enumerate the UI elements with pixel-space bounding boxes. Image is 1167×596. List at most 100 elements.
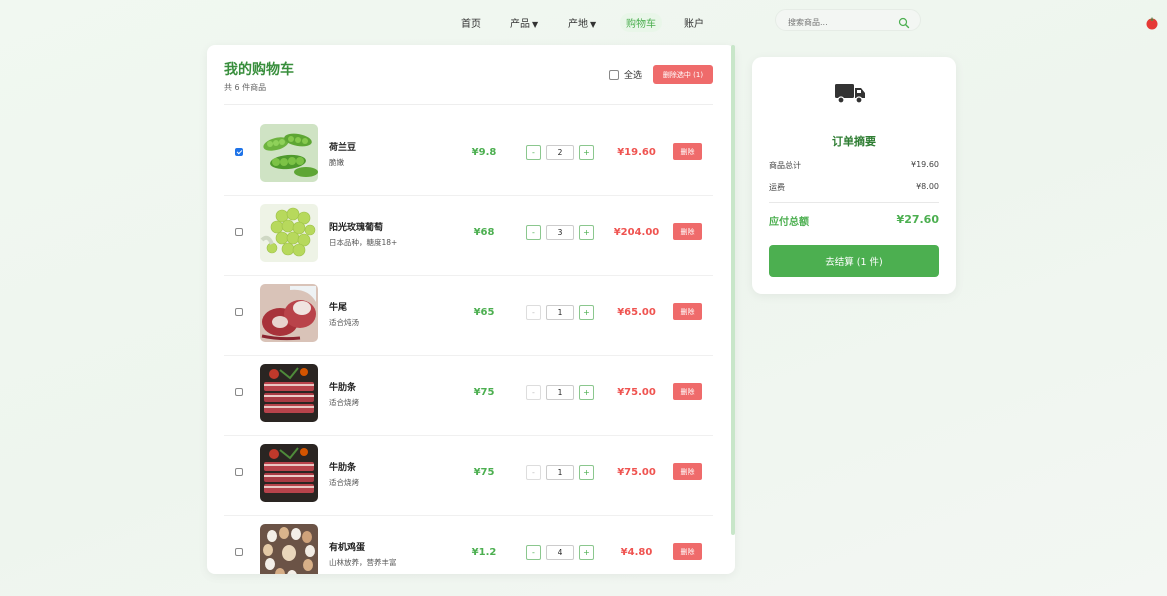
divider [769, 202, 939, 203]
decrease-qty-button[interactable]: - [526, 545, 541, 560]
order-summary-panel: 订单摘要 商品总计 ¥19.60 运费 ¥8.00 应付总额 ¥27.60 去结… [752, 57, 956, 294]
decrease-qty-button[interactable]: - [526, 305, 541, 320]
increase-qty-button[interactable]: + [579, 305, 594, 320]
product-name: 牛肋条 [329, 463, 357, 473]
top-navigation: 首页 产品 ▼ 产地 ▼ 购物车 账户 [0, 0, 1167, 40]
row-checkbox[interactable] [235, 228, 243, 236]
increase-qty-button[interactable]: + [579, 145, 594, 160]
product-desc: 脆嫩 [329, 158, 344, 167]
delete-selected-button[interactable]: 删除选中 (1) [653, 65, 713, 84]
row-subtotal: ¥204.00 [613, 227, 660, 238]
search-box [775, 9, 921, 33]
grand-total-value: ¥27.60 [896, 213, 939, 226]
checkout-button[interactable]: 去结算 (1 件) [769, 245, 939, 277]
cart-panel: 我的购物车 共 6 件商品 全选 删除选中 (1) 荷兰豆 脆嫩 ¥9.8 - … [207, 45, 735, 574]
decrease-qty-button[interactable]: - [526, 385, 541, 400]
shipping-line: 运费 ¥8.00 [769, 182, 939, 193]
delete-button[interactable]: 删除 [673, 223, 702, 240]
unit-price: ¥68 [473, 227, 495, 238]
cart-row: 荷兰豆 脆嫩 ¥9.8 - 2 + ¥19.60 删除 [224, 116, 713, 196]
nav-account[interactable]: 账户 [678, 13, 710, 32]
checkbox-icon[interactable] [609, 69, 619, 80]
unit-price: ¥9.8 [471, 147, 497, 158]
row-checkbox[interactable] [235, 468, 243, 476]
select-all-label: 全选 [624, 71, 643, 81]
nav-cart[interactable]: 购物车 [620, 13, 662, 32]
goods-total-label: 商品总计 [769, 161, 801, 170]
cart-title: 我的购物车 [224, 62, 294, 78]
beef-rib-photo [260, 364, 318, 422]
eggs-photo [260, 524, 318, 574]
cart-row: 阳光玫瑰葡萄 日本品种，糖度18+ ¥68 - 3 + ¥204.00 删除 [224, 196, 713, 276]
row-checkbox[interactable] [235, 548, 243, 556]
quantity-input[interactable]: 2 [546, 145, 574, 160]
quantity-input[interactable]: 1 [546, 305, 574, 320]
oxtail-photo [260, 284, 318, 342]
delete-button[interactable]: 删除 [673, 143, 702, 160]
chevron-down-icon: ▼ [532, 20, 539, 29]
unit-price: ¥65 [473, 307, 495, 318]
nav-products[interactable]: 产品 ▼ [504, 13, 544, 32]
decrease-qty-button[interactable]: - [526, 145, 541, 160]
row-subtotal: ¥19.60 [617, 147, 656, 158]
row-checkbox[interactable] [235, 148, 243, 156]
product-name: 牛尾 [329, 303, 348, 313]
row-subtotal: ¥65.00 [617, 307, 656, 318]
grand-total-label: 应付总额 [769, 217, 809, 228]
quantity-input[interactable]: 4 [546, 545, 574, 560]
product-desc: 山林放养，营养丰富 [329, 558, 397, 567]
search-input[interactable] [776, 12, 886, 33]
product-name: 有机鸡蛋 [329, 543, 366, 553]
quantity-input[interactable]: 1 [546, 465, 574, 480]
nav-origin-label: 产地 [568, 19, 588, 30]
delete-button[interactable]: 删除 [673, 383, 702, 400]
beef-rib-photo [260, 444, 318, 502]
delete-button[interactable]: 删除 [673, 543, 702, 560]
product-desc: 适合烧烤 [329, 478, 359, 487]
cart-scrollbar[interactable] [731, 45, 735, 535]
product-name: 阳光玫瑰葡萄 [329, 223, 384, 233]
quantity-input[interactable]: 3 [546, 225, 574, 240]
product-desc: 适合炖汤 [329, 318, 359, 327]
product-name: 牛肋条 [329, 383, 357, 393]
snow-pea-photo [260, 124, 318, 182]
row-subtotal: ¥75.00 [617, 467, 656, 478]
row-subtotal: ¥75.00 [617, 387, 656, 398]
goods-total-line: 商品总计 ¥19.60 [769, 160, 939, 171]
decrease-qty-button[interactable]: - [526, 465, 541, 480]
truck-icon [834, 81, 866, 109]
nav-home[interactable]: 首页 [455, 13, 487, 32]
nav-cart-label: 购物车 [626, 19, 656, 30]
row-checkbox[interactable] [235, 308, 243, 316]
product-desc: 适合烧烤 [329, 398, 359, 407]
cart-row: 有机鸡蛋 山林放养，营养丰富 ¥1.2 - 4 + ¥4.80 删除 [224, 516, 713, 574]
product-desc: 日本品种，糖度18+ [329, 238, 398, 247]
nav-account-label: 账户 [684, 19, 704, 30]
search-icon[interactable] [898, 14, 910, 33]
grape-photo [260, 204, 318, 262]
row-subtotal: ¥4.80 [620, 547, 653, 558]
nav-home-label: 首页 [461, 19, 481, 30]
cart-item-count: 共 6 件商品 [224, 83, 267, 92]
select-all-checkbox[interactable]: 全选 [609, 68, 642, 81]
tomato-logo-icon[interactable] [1145, 15, 1159, 34]
nav-origin[interactable]: 产地 ▼ [562, 13, 602, 32]
decrease-qty-button[interactable]: - [526, 225, 541, 240]
goods-total-value: ¥19.60 [911, 160, 939, 169]
cart-row: 牛肋条 适合烧烤 ¥75 - 1 + ¥75.00 删除 [224, 356, 713, 436]
increase-qty-button[interactable]: + [579, 225, 594, 240]
chevron-down-icon: ▼ [590, 20, 597, 29]
row-checkbox[interactable] [235, 388, 243, 396]
divider [224, 104, 713, 105]
quantity-input[interactable]: 1 [546, 385, 574, 400]
unit-price: ¥75 [473, 387, 495, 398]
nav-products-label: 产品 [510, 19, 530, 30]
increase-qty-button[interactable]: + [579, 465, 594, 480]
delete-button[interactable]: 删除 [673, 303, 702, 320]
unit-price: ¥75 [473, 467, 495, 478]
delete-button[interactable]: 删除 [673, 463, 702, 480]
increase-qty-button[interactable]: + [579, 545, 594, 560]
increase-qty-button[interactable]: + [579, 385, 594, 400]
unit-price: ¥1.2 [471, 547, 497, 558]
summary-title: 订单摘要 [832, 135, 876, 148]
